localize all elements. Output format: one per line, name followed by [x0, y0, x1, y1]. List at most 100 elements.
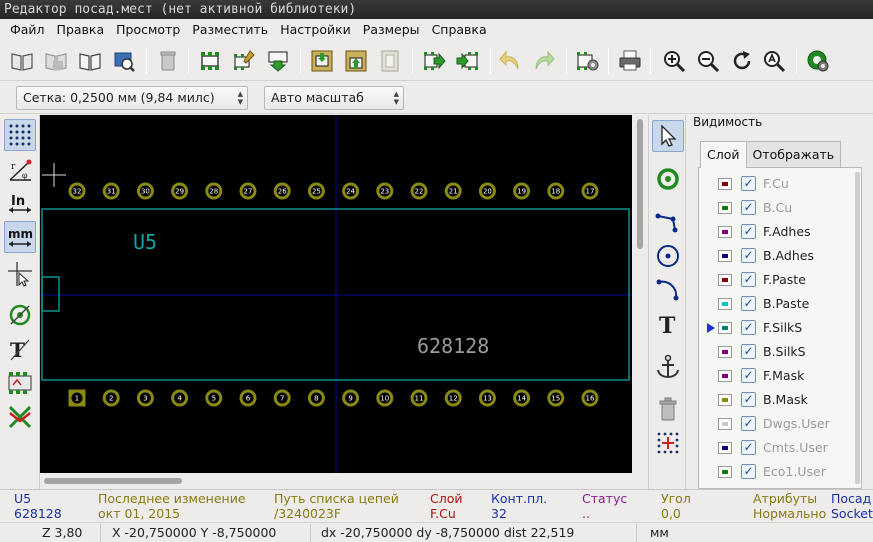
text-sketch-icon[interactable]: T: [4, 333, 36, 365]
new-footprint-icon[interactable]: [196, 47, 224, 75]
zoom-in-icon[interactable]: [660, 47, 688, 75]
layer-color-swatch[interactable]: [718, 466, 732, 478]
pad[interactable]: 11: [410, 389, 428, 407]
layer-color-swatch[interactable]: [718, 346, 732, 358]
layer-row-f-paste[interactable]: ✓ F.Paste: [699, 268, 849, 292]
layer-row-f-silks[interactable]: ✓ F.SilkS: [699, 316, 849, 340]
menu-preferences[interactable]: Настройки: [274, 19, 357, 41]
zoom-auto-icon[interactable]: [760, 47, 788, 75]
redo-icon[interactable]: [530, 47, 558, 75]
pad[interactable]: 6: [239, 389, 257, 407]
pad[interactable]: 29: [171, 182, 189, 200]
select-tool-icon[interactable]: [652, 120, 684, 152]
pad[interactable]: 2: [102, 389, 120, 407]
pad[interactable]: 28: [205, 182, 223, 200]
pad[interactable]: 18: [547, 182, 565, 200]
menu-file[interactable]: Файл: [0, 19, 51, 41]
layer-visibility-checkbox[interactable]: ✓: [741, 176, 756, 191]
insert-into-board-icon[interactable]: [342, 47, 370, 75]
high-contrast-icon[interactable]: [4, 401, 36, 433]
select-active-library-icon[interactable]: [8, 47, 36, 75]
pad[interactable]: 5: [205, 389, 223, 407]
tab-render[interactable]: Отображать: [745, 141, 842, 167]
pad[interactable]: 16: [581, 389, 599, 407]
load-footprint-icon[interactable]: [264, 47, 292, 75]
layer-row-f-mask[interactable]: ✓ F.Mask: [699, 364, 849, 388]
delete-icon[interactable]: [154, 47, 182, 75]
pad[interactable]: 3: [136, 389, 154, 407]
add-circle-icon[interactable]: [652, 240, 684, 272]
pad[interactable]: 20: [478, 182, 496, 200]
add-text-icon[interactable]: T: [652, 308, 684, 340]
import-footprint-icon[interactable]: [454, 47, 482, 75]
footprint-viewer-icon[interactable]: [110, 47, 138, 75]
menu-view[interactable]: Просмотр: [110, 19, 186, 41]
load-from-board-icon[interactable]: [308, 47, 336, 75]
vertical-scroll-thumb[interactable]: [637, 119, 643, 249]
footprint-canvas[interactable]: 32 31 30 29 28 27 26 25 24 23 22 21 20 19 18 17 1234567…: [40, 115, 632, 473]
pad[interactable]: 13: [478, 389, 496, 407]
pad[interactable]: 17: [581, 182, 599, 200]
edge-sketch-icon[interactable]: [4, 367, 36, 399]
update-board-icon[interactable]: [376, 47, 404, 75]
pad[interactable]: 31: [102, 182, 120, 200]
add-pad-icon[interactable]: [652, 163, 684, 195]
menu-place[interactable]: Разместить: [186, 19, 274, 41]
polar-coords-icon[interactable]: rφ: [4, 154, 36, 186]
pad[interactable]: 30: [136, 182, 154, 200]
layer-visibility-checkbox[interactable]: ✓: [741, 320, 756, 335]
pad[interactable]: 19: [513, 182, 531, 200]
pad[interactable]: 26: [273, 182, 291, 200]
menu-edit[interactable]: Правка: [51, 19, 111, 41]
layer-visibility-checkbox[interactable]: ✓: [741, 368, 756, 383]
vertical-scrollbar[interactable]: [632, 115, 648, 473]
layer-row-b-paste[interactable]: ✓ B.Paste: [699, 292, 849, 316]
grid-size-select[interactable]: Сетка: 0,2500 мм (9,84 милс) ▲ ▼: [16, 86, 248, 110]
full-cursor-icon[interactable]: [4, 258, 36, 290]
pad[interactable]: 15: [547, 389, 565, 407]
inch-units-icon[interactable]: In: [4, 187, 36, 219]
layer-color-swatch[interactable]: [718, 298, 732, 310]
pad[interactable]: 21: [444, 182, 462, 200]
footprint-wizard-icon[interactable]: [230, 47, 258, 75]
tab-layers[interactable]: Слой: [700, 141, 747, 168]
export-footprint-icon[interactable]: [420, 47, 448, 75]
add-line-icon[interactable]: [652, 205, 684, 237]
pad[interactable]: 12: [444, 389, 462, 407]
mm-units-icon[interactable]: mm: [4, 221, 36, 253]
layer-color-swatch[interactable]: [718, 250, 732, 262]
pad[interactable]: 32: [68, 182, 86, 200]
footprint-properties-icon[interactable]: [574, 47, 602, 75]
layer-row-f-adhes[interactable]: ✓ F.Adhes: [699, 220, 849, 244]
layer-visibility-checkbox[interactable]: ✓: [741, 440, 756, 455]
layer-visibility-checkbox[interactable]: ✓: [741, 464, 756, 479]
delete-tool-icon[interactable]: [652, 393, 684, 425]
layer-visibility-checkbox[interactable]: ✓: [741, 296, 756, 311]
horizontal-scroll-thumb[interactable]: [44, 478, 182, 484]
zoom-out-icon[interactable]: [694, 47, 722, 75]
pad[interactable]: 22: [410, 182, 428, 200]
pad[interactable]: 27: [239, 182, 257, 200]
layer-row-cmts-user[interactable]: ✓ Cmts.User: [699, 436, 849, 460]
pad-sketch-icon[interactable]: [4, 299, 36, 331]
layer-visibility-checkbox[interactable]: ✓: [741, 200, 756, 215]
layer-visibility-checkbox[interactable]: ✓: [741, 392, 756, 407]
layer-visibility-checkbox[interactable]: ✓: [741, 272, 756, 287]
redraw-icon[interactable]: [728, 47, 756, 75]
check-footprint-icon[interactable]: [804, 47, 832, 75]
pad[interactable]: 10: [376, 389, 394, 407]
grid-toggle-icon[interactable]: [4, 119, 36, 151]
pad[interactable]: 24: [342, 182, 360, 200]
pad[interactable]: 9: [342, 389, 360, 407]
layer-row-dwgs-user[interactable]: ✓ Dwgs.User: [699, 412, 849, 436]
layer-color-swatch[interactable]: [718, 418, 732, 430]
add-arc-icon[interactable]: [652, 273, 684, 305]
print-icon[interactable]: [616, 47, 644, 75]
layer-color-swatch[interactable]: [718, 274, 732, 286]
pad[interactable]: 14: [513, 389, 531, 407]
layer-row-f-cu[interactable]: ✓ F.Cu: [699, 172, 849, 196]
menu-help[interactable]: Справка: [426, 19, 493, 41]
layer-visibility-checkbox[interactable]: ✓: [741, 344, 756, 359]
layer-list-scrollbar[interactable]: [855, 172, 860, 484]
layer-color-swatch[interactable]: [718, 226, 732, 238]
